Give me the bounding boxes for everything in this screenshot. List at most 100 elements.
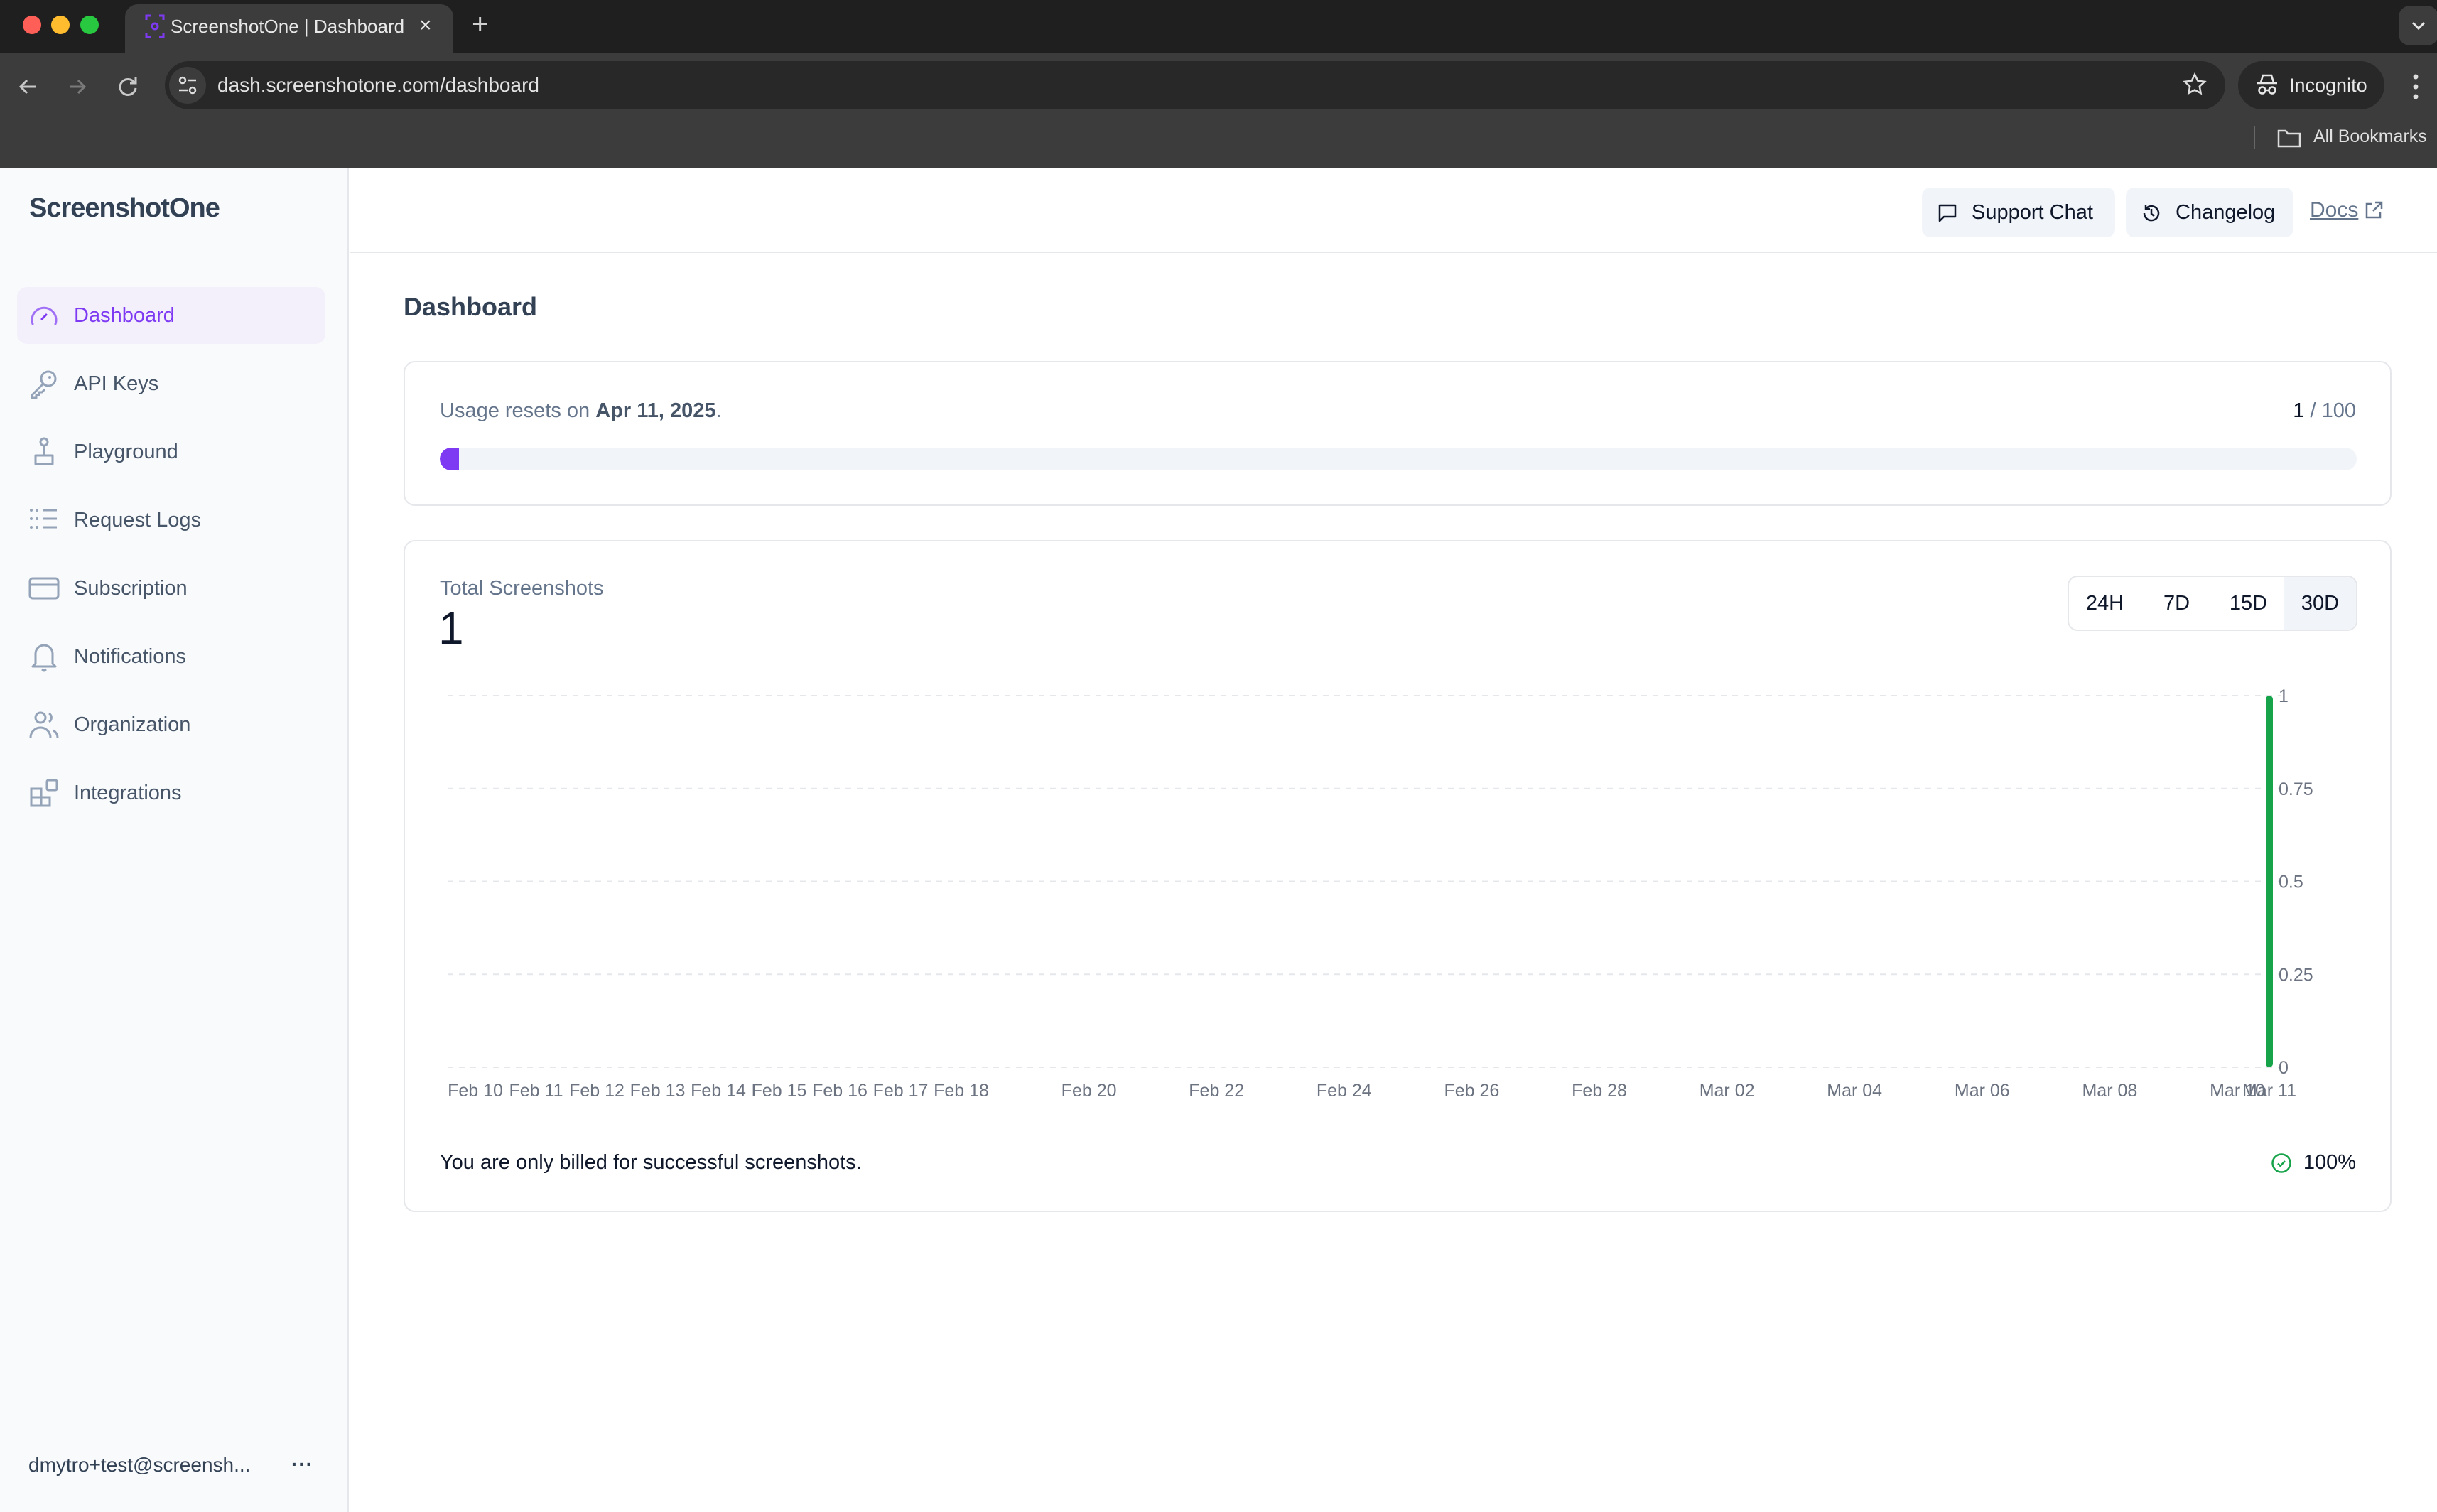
sidebar-nav: Dashboard API Keys Playground Request Lo…: [17, 287, 325, 833]
browser-tab[interactable]: ScreenshotOne | Dashboard ×: [125, 4, 453, 53]
browser-toolbar: dash.screenshotone.com/dashboard Incogni…: [0, 53, 2437, 168]
x-tick-label: Feb 28: [1572, 1081, 1627, 1101]
sidebar-item-label: Organization: [74, 713, 191, 736]
credit-card-icon: [28, 573, 60, 604]
key-icon: [28, 368, 60, 399]
folder-icon: [2277, 128, 2301, 151]
support-chat-button[interactable]: Support Chat: [1922, 188, 2115, 237]
new-tab-button[interactable]: +: [472, 9, 488, 40]
address-bar[interactable]: dash.screenshotone.com/dashboard: [165, 61, 2225, 109]
incognito-label: Incognito: [2289, 75, 2367, 96]
sidebar-item-label: Integrations: [74, 782, 182, 804]
all-bookmarks-button[interactable]: All Bookmarks: [2313, 124, 2427, 149]
external-link-icon: [2364, 200, 2384, 224]
y-tick-label: 0.5: [2279, 873, 2303, 892]
forward-button[interactable]: [61, 71, 92, 102]
tune-icon: [178, 76, 197, 94]
arrow-left-icon: [18, 79, 36, 94]
tab-title: ScreenshotOne | Dashboard: [171, 16, 405, 37]
check-circle-icon: [2271, 1152, 2292, 1177]
tab-search-button[interactable]: [2399, 6, 2437, 45]
sidebar-item-label: Dashboard: [74, 304, 175, 327]
usage-card: Usage resets on Apr 11, 2025. 1 / 100: [404, 361, 2392, 506]
docs-link[interactable]: Docs: [2310, 198, 2358, 223]
x-tick-label: Feb 17: [873, 1081, 929, 1101]
billing-note: You are only billed for successful scree…: [440, 1151, 862, 1174]
x-tick-label: Feb 10: [448, 1081, 503, 1101]
sidebar-item-dashboard[interactable]: Dashboard: [17, 287, 325, 344]
gauge-icon: [28, 300, 60, 331]
x-tick-label: Feb 24: [1317, 1081, 1372, 1101]
y-tick-label: 0.25: [2279, 965, 2313, 985]
x-tick-label: Mar 11: [2242, 1081, 2296, 1101]
browser-tab-bar: ScreenshotOne | Dashboard × +: [0, 0, 2437, 53]
bookmarks-separator: [2254, 126, 2255, 149]
site-info-button[interactable]: [169, 67, 206, 104]
changelog-label: Changelog: [2176, 201, 2276, 224]
sidebar-item-label: API Keys: [74, 372, 159, 395]
x-tick-label: Feb 16: [812, 1081, 868, 1101]
usage-used: 1: [2293, 399, 2305, 422]
x-tick-label: Mar 04: [1827, 1081, 1882, 1101]
history-icon: [2141, 203, 2161, 227]
x-tick-label: Feb 20: [1061, 1081, 1117, 1101]
window-minimize-button[interactable]: [51, 16, 70, 34]
usage-limit: / 100: [2304, 399, 2356, 422]
screenshotone-favicon-icon: [145, 14, 165, 38]
top-bar: Support Chat Changelog Docs: [350, 168, 2437, 253]
incognito-icon: [2257, 74, 2277, 94]
sidebar-item-organization[interactable]: Organization: [17, 696, 325, 753]
back-button[interactable]: [13, 71, 44, 102]
screenshots-card: Total Screenshots 1 24H 7D 15D 30D 0 0.25 0.5…: [404, 540, 2392, 1212]
x-tick-label: Feb 11: [509, 1081, 563, 1101]
sidebar-item-playground[interactable]: Playground: [17, 423, 325, 480]
x-tick-label: Mar 06: [1955, 1081, 2010, 1101]
page-title: Dashboard: [404, 292, 538, 321]
x-tick-label: Feb 18: [934, 1081, 989, 1101]
sidebar-item-api-keys[interactable]: API Keys: [17, 355, 325, 412]
incognito-profile-button[interactable]: Incognito: [2238, 61, 2384, 109]
changelog-button[interactable]: Changelog: [2126, 188, 2293, 237]
x-tick-label: Feb 15: [752, 1081, 807, 1101]
user-menu-button[interactable]: ···: [291, 1454, 313, 1475]
x-tick-label: Feb 26: [1444, 1081, 1499, 1101]
joystick-icon: [28, 436, 60, 468]
reload-button[interactable]: [112, 71, 144, 102]
sidebar-item-integrations[interactable]: Integrations: [17, 765, 325, 821]
x-tick-label: Feb 12: [569, 1081, 625, 1101]
sidebar-item-request-logs[interactable]: Request Logs: [17, 492, 325, 549]
chart-bar-mar-11[interactable]: [2266, 696, 2273, 1067]
sidebar-item-label: Playground: [74, 441, 178, 463]
url-text[interactable]: dash.screenshotone.com/dashboard: [217, 72, 539, 98]
screenshots-chart: 00.250.50.751Feb 10 Feb 11 Feb 12 Feb 13 Feb…: [448, 686, 2313, 1101]
usage-progress-fill: [440, 448, 459, 470]
browser-menu-button[interactable]: [2409, 71, 2423, 106]
usage-reset-text: Usage resets on Apr 11, 2025.: [440, 398, 722, 423]
usage-reset-suffix: .: [715, 399, 722, 422]
sidebar: ScreenshotOne Dashboard API Keys Playgro…: [0, 168, 349, 1512]
more-vertical-icon: [2413, 74, 2419, 99]
chevron-down-icon: [2411, 21, 2426, 31]
sidebar-item-label: Notifications: [74, 645, 186, 668]
bell-icon: [28, 641, 60, 672]
list-icon: [28, 504, 60, 536]
y-tick-label: 0: [2279, 1058, 2289, 1078]
sidebar-item-label: Subscription: [74, 577, 188, 600]
window-close-button[interactable]: [23, 16, 41, 34]
x-tick-label: Feb 13: [630, 1081, 686, 1101]
x-tick-label: Feb 14: [691, 1081, 746, 1101]
window-maximize-button[interactable]: [80, 16, 99, 34]
tab-close-icon[interactable]: ×: [419, 13, 432, 38]
success-rate: 100%: [2303, 1151, 2356, 1174]
support-chat-label: Support Chat: [1972, 201, 2093, 224]
usage-count: 1 / 100: [2293, 398, 2356, 423]
y-tick-label: 0.75: [2279, 779, 2313, 799]
user-email[interactable]: dmytro+test@screensh...: [28, 1452, 250, 1478]
usage-reset-prefix: Usage resets on: [440, 399, 596, 422]
sidebar-item-notifications[interactable]: Notifications: [17, 628, 325, 685]
sidebar-item-subscription[interactable]: Subscription: [17, 560, 325, 617]
app-logo[interactable]: ScreenshotOne: [29, 193, 220, 224]
bookmark-star-icon[interactable]: [2181, 71, 2208, 102]
users-icon: [28, 709, 60, 740]
x-tick-label: Mar 08: [2082, 1081, 2137, 1101]
